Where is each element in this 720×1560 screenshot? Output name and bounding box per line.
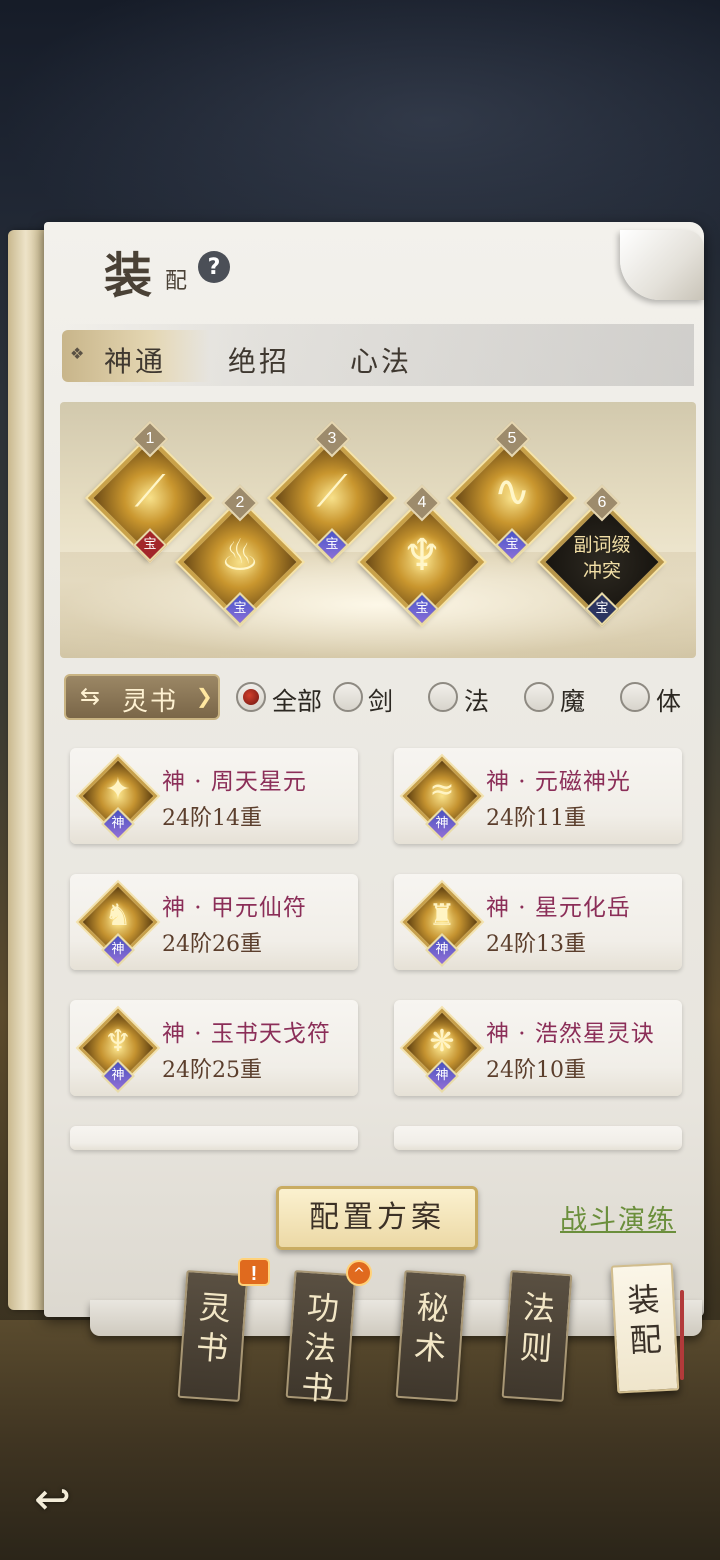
skill-level: 24阶10重: [486, 1058, 586, 1083]
config-plan-button[interactable]: 配置方案: [276, 1186, 478, 1250]
tab-juezhao[interactable]: 绝招: [228, 340, 290, 380]
ornament-icon: ❯: [196, 684, 213, 708]
skill-card[interactable]: ≈ 神 神 · 元磁神光 24阶11重: [394, 748, 682, 844]
halberd-icon: ♆: [104, 1024, 132, 1059]
skill-level: 24阶13重: [486, 932, 586, 957]
bookmark-mishu[interactable]: 秘 术: [395, 1269, 467, 1403]
bookmark-text: 秘: [415, 1287, 451, 1329]
bookmark-text: 灵: [197, 1287, 233, 1329]
trident-icon: ♆: [402, 530, 442, 581]
filter-label-sword: 剑: [368, 687, 394, 716]
skill-icon: ♆ 神: [78, 1008, 158, 1093]
flame-icon: ♨: [220, 530, 260, 581]
alert-icon: !: [238, 1258, 270, 1286]
slash-icon: ⟋: [316, 466, 348, 517]
slash-icon: ⟋: [134, 466, 166, 517]
bookmark-lingshu[interactable]: 灵 书: [177, 1269, 249, 1403]
skill-slot-panel: ⟋ 1 宝 ♨ 2 宝 ⟋ 3 宝 ♆ 4 宝 ∿ 5 宝 副词缀 冲突 6 宝: [60, 402, 696, 658]
filter-label-demon: 魔: [560, 687, 586, 716]
skill-name: 神 · 浩然星灵诀: [486, 1021, 655, 1047]
skill-card[interactable]: ❋ 神 神 · 浩然星灵诀 24阶10重: [394, 1000, 682, 1096]
bookmark-tassel: [680, 1290, 684, 1380]
figure-icon: ♞: [104, 898, 132, 933]
skill-icon: ❋ 神: [402, 1008, 482, 1093]
tab-xinfa[interactable]: 心法: [350, 340, 412, 380]
lingshu-label: 灵书: [122, 687, 179, 717]
skill-name: 神 · 元磁神光: [486, 769, 631, 795]
bookmark-text: 装: [626, 1280, 661, 1320]
filter-radio-body[interactable]: [620, 682, 650, 712]
filter-radio-all[interactable]: [236, 682, 266, 712]
ground-landscape: [0, 1320, 720, 1560]
conflict-line-2: 冲突: [582, 560, 621, 582]
swap-arrows-icon: ⇆: [80, 682, 101, 710]
bookmark-text: 法: [521, 1287, 557, 1329]
skill-icon: ✦ 神: [78, 756, 158, 841]
skill-name: 神 · 周天星元: [162, 769, 307, 795]
skill-level: 24阶26重: [162, 932, 262, 957]
back-arrow-icon[interactable]: ↩: [34, 1474, 90, 1525]
bookmark-zhuangpei[interactable]: 装 配: [610, 1262, 680, 1394]
filter-label-all: 全部: [272, 687, 323, 716]
skill-card[interactable]: ♞ 神 神 · 甲元仙符 24阶26重: [70, 874, 358, 970]
upgrade-arrow-icon: ^: [346, 1260, 372, 1286]
skill-icon: ≈ 神: [402, 756, 482, 841]
beast-icon: ♜: [428, 898, 456, 933]
skill-card[interactable]: ♆ 神 神 · 玉书天戈符 24阶25重: [70, 1000, 358, 1096]
bookmark-gongfashu[interactable]: 功法 书: [285, 1269, 357, 1408]
skill-icon: ♜ 神: [402, 882, 482, 967]
skill-level: 24阶14重: [162, 806, 262, 831]
conflict-line-1: 副词缀: [573, 534, 631, 556]
page-title-small: 配: [165, 269, 188, 294]
skill-icon: ♞ 神: [78, 882, 158, 967]
diamond-icon: ❖: [70, 344, 85, 363]
skill-level: 24阶25重: [162, 1058, 262, 1083]
skill-level: 24阶11重: [486, 806, 586, 831]
swirl-icon: ∿: [493, 466, 531, 517]
bookmark-text: 则: [518, 1327, 554, 1369]
lingshu-switch-button[interactable]: ⇆ 灵书 ❯: [64, 674, 220, 720]
bookmark-text: 书: [194, 1327, 230, 1369]
bookmark-text: 书: [300, 1367, 335, 1408]
star-orbit-icon: ✦: [105, 772, 131, 807]
bookmark-faze[interactable]: 法 则: [501, 1269, 573, 1403]
skill-slot-6[interactable]: 副词缀 冲突 6 宝: [539, 484, 665, 626]
filter-label-body: 体: [656, 687, 682, 716]
skill-card[interactable]: ♜ 神 神 · 星元化岳 24阶13重: [394, 874, 682, 970]
filter-radio-magic[interactable]: [428, 682, 458, 712]
skill-card-partial[interactable]: [394, 1126, 682, 1150]
conflict-label: 副词缀 冲突: [562, 532, 642, 584]
skill-name: 神 · 甲元仙符: [162, 895, 307, 921]
spirit-flame-icon: ❋: [429, 1024, 455, 1059]
filter-radio-sword[interactable]: [333, 682, 363, 712]
page-curl: [620, 230, 704, 300]
tab-shentong[interactable]: 神通: [104, 340, 166, 380]
light-swirl-icon: ≈: [429, 772, 455, 807]
skill-card-partial[interactable]: [70, 1126, 358, 1150]
battle-practice-link[interactable]: 战斗演练: [560, 1198, 676, 1237]
bookmark-text: 功法: [302, 1287, 341, 1369]
help-icon[interactable]: ?: [198, 251, 230, 283]
skill-name: 神 · 星元化岳: [486, 895, 631, 921]
skill-card[interactable]: ✦ 神 神 · 周天星元 24阶14重: [70, 748, 358, 844]
filter-label-magic: 法: [464, 687, 490, 716]
bookmark-text: 术: [412, 1327, 448, 1369]
filter-radio-demon[interactable]: [524, 682, 554, 712]
skill-name: 神 · 玉书天戈符: [162, 1021, 331, 1047]
page-title: 装: [104, 248, 155, 304]
bookmark-text: 配: [628, 1320, 663, 1360]
